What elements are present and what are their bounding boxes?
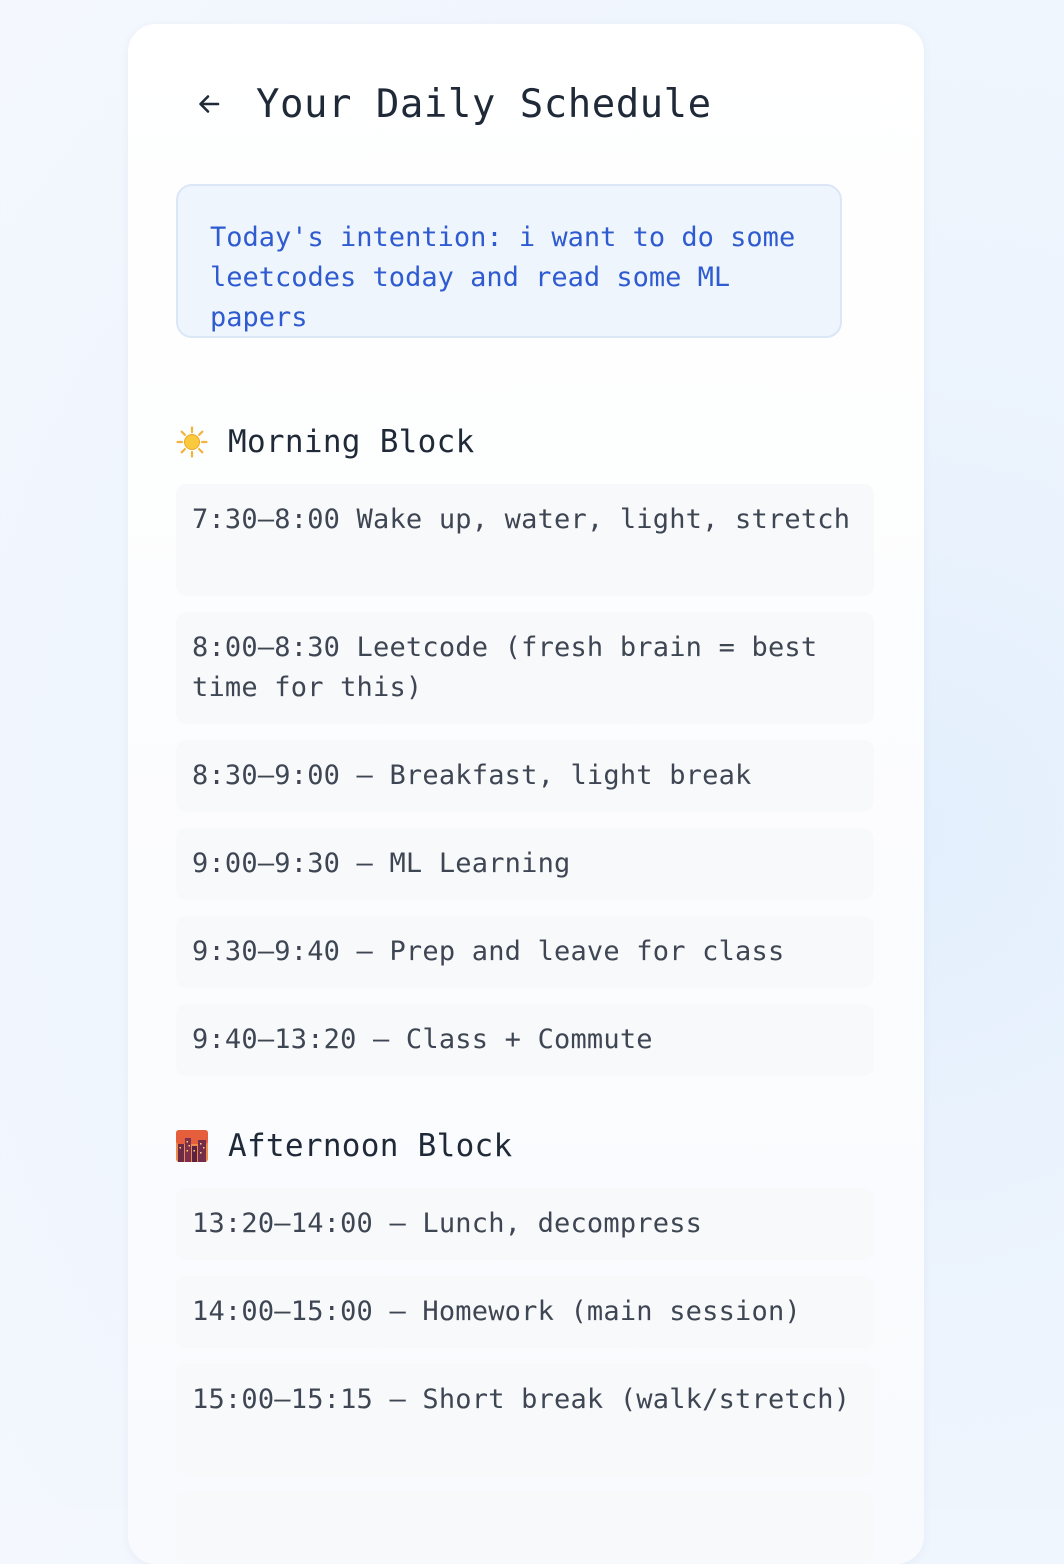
- header: Your Daily Schedule: [194, 76, 712, 132]
- schedule-item: 13:20–14:00 — Lunch, decompress: [176, 1188, 874, 1260]
- arrow-left-icon: [199, 95, 220, 113]
- afternoon-block-heading: Afternoon Block: [176, 1126, 512, 1166]
- page-title: Your Daily Schedule: [256, 81, 712, 127]
- schedule-item: 14:00–15:00 — Homework (main session): [176, 1276, 874, 1348]
- morning-block-heading: Morning Block: [176, 422, 475, 462]
- schedule-item: 9:00–9:30 — ML Learning: [176, 828, 874, 900]
- back-button[interactable]: [194, 89, 224, 119]
- schedule-item: 9:30–9:40 — Prep and leave for class: [176, 916, 874, 988]
- schedule-item: 15:00–15:15 — Short break (walk/stretch): [176, 1364, 874, 1476]
- schedule-item: 8:30–9:00 — Breakfast, light break: [176, 740, 874, 812]
- schedule-item: 7:30–8:00 Wake up, water, light, stretch: [176, 484, 874, 596]
- morning-block-title: Morning Block: [228, 424, 475, 460]
- schedule-card: Your Daily Schedule Today's intention: i…: [128, 24, 924, 1564]
- schedule-item-partial: [176, 1492, 874, 1564]
- schedule-item: 8:00–8:30 Leetcode (fresh brain = best t…: [176, 612, 874, 724]
- schedule-item: 9:40–13:20 — Class + Commute: [176, 1004, 874, 1076]
- city-sunset-icon: [176, 1130, 208, 1162]
- afternoon-block-title: Afternoon Block: [228, 1128, 513, 1164]
- sun-icon: [176, 426, 208, 458]
- intention-box: Today's intention: i want to do some lee…: [176, 184, 842, 338]
